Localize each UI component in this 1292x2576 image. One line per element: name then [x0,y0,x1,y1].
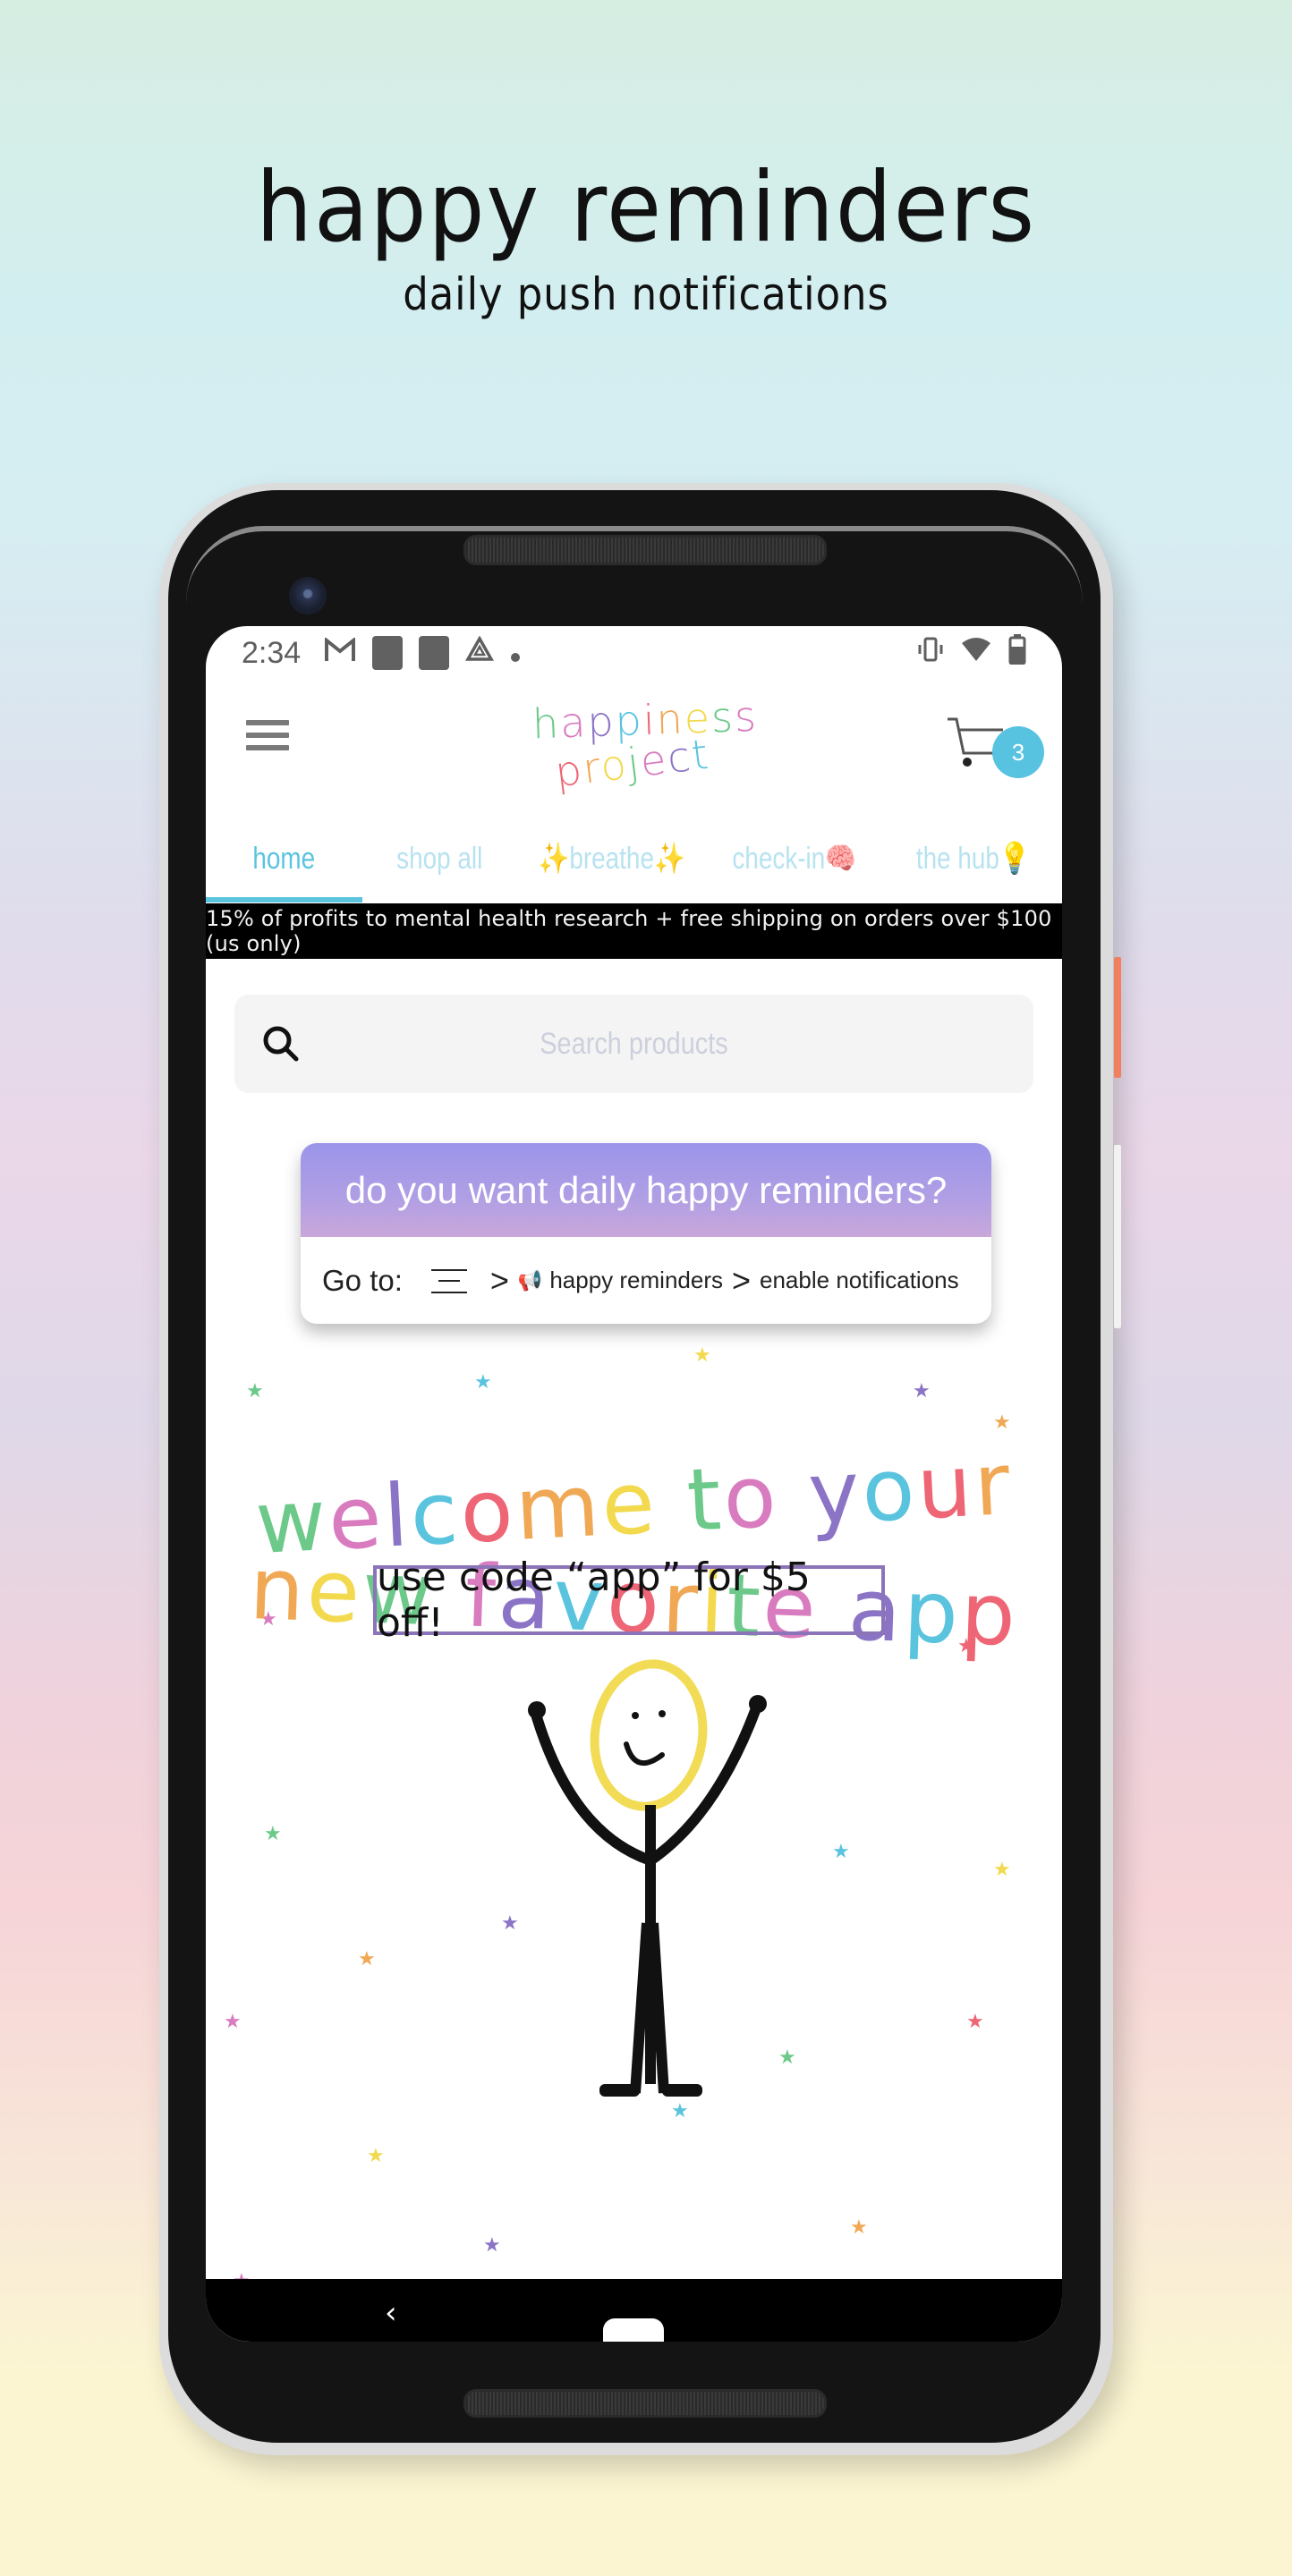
stick-figure-illustration [528,1659,767,2097]
drive-icon [465,635,495,671]
reminder-card-title: do you want daily happy reminders? [301,1143,991,1237]
promo-title: happy reminders [256,152,1036,264]
happy-reminders-card: do you want daily happy reminders? Go to… [301,1143,991,1324]
nav-tabs: home shop all ✨breathe✨ check-in🧠 the hu… [206,814,1062,903]
star-icon: ★ [367,2145,385,2167]
rainbow-letter: u [914,1436,977,1539]
star-icon: ★ [993,1411,1011,1434]
app-notification-icon [419,636,450,670]
volume-button [1114,1145,1121,1328]
cart-count-badge: 3 [992,726,1044,778]
reminder-instructions: Go to: > 📢 happy reminders > enable noti… [301,1237,991,1324]
tab-breathe[interactable]: ✨breathe✨ [535,814,689,903]
announcement-banner: 15% of profits to mental health research… [206,903,1062,959]
star-icon: ★ [358,1948,376,1970]
app-notification-icon [372,636,404,670]
hamburger-icon [246,720,289,725]
happiness-project-logo[interactable]: happiness project [528,692,759,799]
tab-shop-all[interactable]: shop all [376,814,504,903]
wifi-icon [960,635,992,671]
rainbow-letter: s [733,691,759,741]
rainbow-letter: p [586,697,616,747]
front-camera-icon [289,577,327,614]
rainbow-letter: p [902,1561,963,1664]
bottom-speaker [463,2389,827,2418]
status-bar: 2:34 [206,626,1062,680]
status-time: 2:34 [242,635,302,670]
rainbow-letter: r [971,1433,1016,1536]
star-icon: ★ [483,2234,501,2257]
rainbow-letter: n [248,1538,309,1641]
chevron-right-icon: > [489,1261,509,1299]
hamburger-icon-line [246,745,289,750]
star-icon: ★ [850,2216,868,2239]
rainbow-letter: m [513,1454,605,1560]
active-tab-indicator [206,897,362,902]
hamburger-icon-line [246,733,289,738]
rainbow-letter: e [305,1540,364,1643]
gmail-icon [324,635,356,671]
chevron-right-icon: > [731,1261,752,1299]
earpiece-speaker [463,535,827,565]
star-icon: ★ [264,1823,282,1845]
star-icon: ★ [832,1841,850,1863]
star-icon: ★ [966,2011,984,2033]
rainbow-letter: o [859,1438,920,1542]
star-icon: ★ [224,2011,242,2033]
search-placeholder: Search products [540,1026,728,1061]
goto-label: Go to: [322,1263,403,1297]
menu-button[interactable] [246,720,289,756]
dot-icon [510,635,521,671]
rainbow-letter: y [805,1441,865,1545]
star-icon: ★ [474,1371,492,1394]
android-nav-bar: ‹ [206,2279,1062,2342]
vibrate-icon [917,635,944,671]
star-icon: ★ [693,1344,711,1367]
menu-icon [430,1267,467,1294]
star-icon: ★ [913,1380,931,1402]
power-button [1114,957,1121,1078]
rainbow-letter: e [599,1452,660,1555]
megaphone-icon: 📢 [517,1268,543,1292]
tab-check-in[interactable]: check-in🧠 [721,814,867,903]
phone-screen: 2:34 happiness project 3 home shop all ✨… [206,626,1062,2342]
tab-the-hub[interactable]: the hub💡 [900,814,1046,903]
rainbow-letter: o [720,1445,782,1549]
star-icon: ★ [993,1859,1011,1881]
rainbow-letter: p [958,1563,1020,1665]
tab-home[interactable]: home [220,814,348,903]
back-button[interactable]: ‹ [385,2295,397,2331]
rainbow-letter: t [684,1448,727,1551]
app-header: happiness project 3 [206,680,1062,814]
step-happy-reminders: happy reminders [549,1267,723,1293]
cart-button[interactable]: 3 [946,716,1044,783]
promo-subtitle: daily push notifications [403,268,889,320]
rainbow-letter: a [559,698,589,748]
welcome-hero: ★★★★★★★★★★★★★★★★★★★★★★ welcome to your n… [206,1346,1062,2342]
rainbow-letter: h [531,699,562,749]
star-icon: ★ [246,1380,264,1402]
step-enable-notifications: enable notifications [760,1267,959,1293]
home-button[interactable] [603,2318,664,2342]
discount-code-box: use code “app” for $5 off! [373,1555,885,1646]
search-input[interactable]: Search products [234,995,1033,1093]
battery-icon [1008,633,1026,673]
rainbow-letter: s [710,692,735,742]
